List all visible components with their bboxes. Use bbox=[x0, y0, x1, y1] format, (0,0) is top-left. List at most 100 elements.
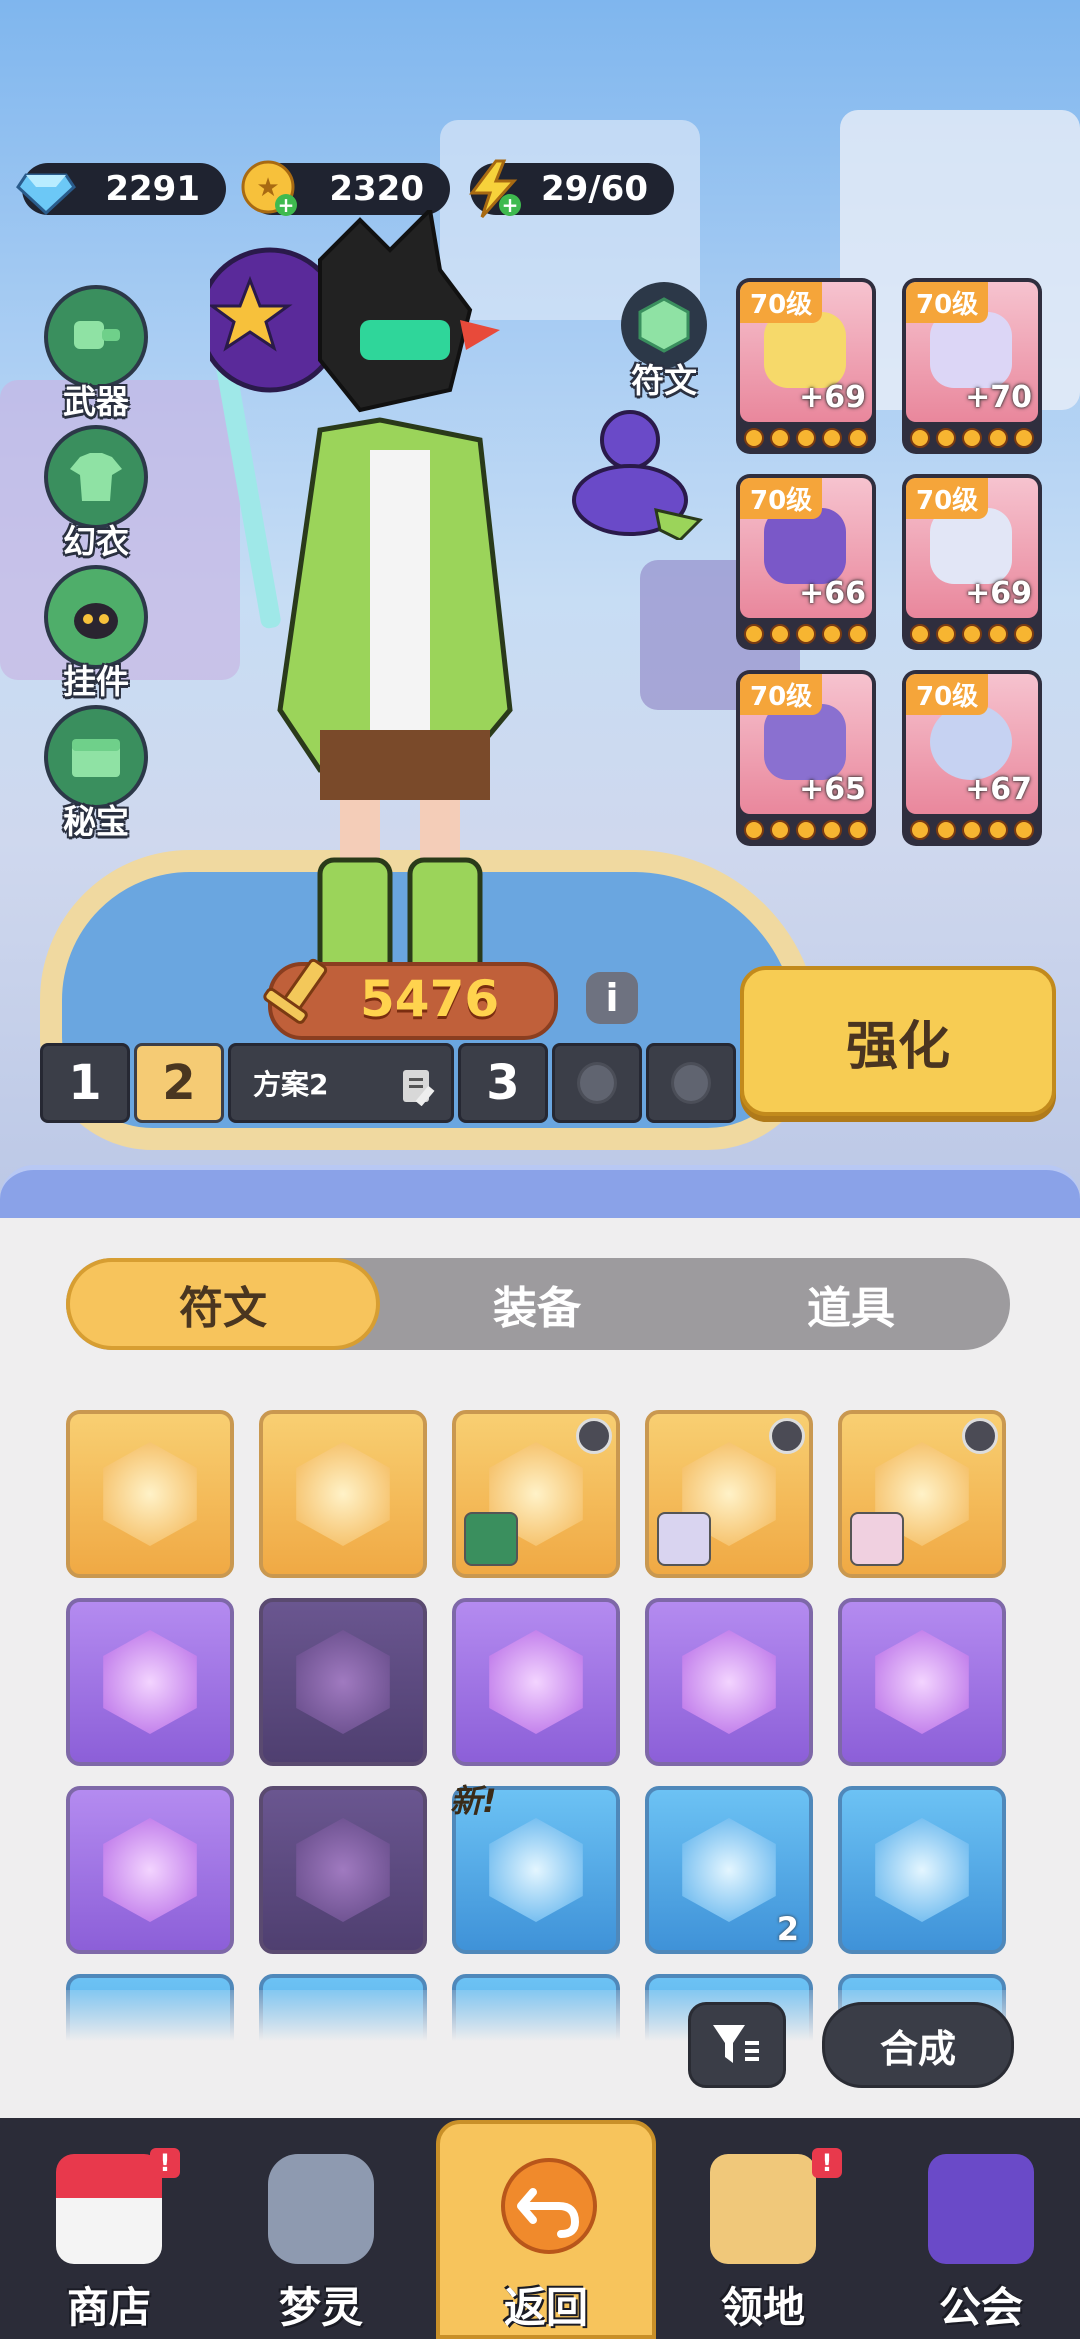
tab-items[interactable]: 道具 bbox=[694, 1258, 1008, 1350]
equip-slot-glove[interactable]: 70级 +66 bbox=[736, 474, 876, 650]
inventory-tabs: 符文 装备 道具 bbox=[66, 1258, 1010, 1350]
star-rating bbox=[744, 624, 868, 644]
equip-slot-armor[interactable]: 70级 +70 bbox=[902, 278, 1042, 454]
rune-slot[interactable]: 新! bbox=[450, 1782, 620, 1954]
notification-badge: ! bbox=[812, 2148, 842, 2178]
side-weapon[interactable]: 武器 bbox=[36, 285, 156, 423]
blue-rune-icon bbox=[489, 1818, 583, 1922]
equip-plus: +67 bbox=[965, 772, 1032, 807]
energy-counter[interactable]: + 29/60 bbox=[469, 159, 674, 218]
character-avatar[interactable] bbox=[197, 205, 570, 1040]
combat-power-value: 5476 bbox=[360, 970, 500, 1028]
nav-back[interactable]: 返回 bbox=[461, 2148, 631, 2338]
rune-slot[interactable] bbox=[838, 1410, 1006, 1578]
nav-guild[interactable]: 公会 bbox=[896, 2148, 1066, 2338]
purple-rune-icon bbox=[296, 1630, 390, 1734]
rune-slot[interactable] bbox=[259, 1786, 427, 1954]
compose-button[interactable]: 合成 bbox=[822, 2002, 1014, 2088]
equip-slot-boots[interactable]: 70级 +65 bbox=[736, 670, 876, 846]
lock-icon bbox=[962, 1418, 998, 1454]
side-outfit[interactable]: 幻衣 bbox=[36, 425, 156, 563]
door-icon bbox=[710, 2154, 816, 2264]
preset-3-button[interactable]: 3 bbox=[458, 1043, 548, 1123]
side-treasure[interactable]: 秘宝 bbox=[36, 705, 156, 843]
nav-shop-label: 商店 bbox=[66, 2283, 151, 2332]
equip-plus: +69 bbox=[965, 576, 1032, 611]
purple-rune-icon bbox=[103, 1630, 197, 1734]
treasure-icon bbox=[44, 705, 148, 809]
rune-slot[interactable] bbox=[452, 1410, 620, 1578]
preset-2-button[interactable]: 2 bbox=[134, 1043, 224, 1123]
combat-power-plate: 5476 bbox=[263, 958, 558, 1040]
purple-rune-icon bbox=[489, 1630, 583, 1734]
equip-level: 70级 bbox=[740, 282, 823, 323]
nav-guild-label: 公会 bbox=[938, 2283, 1023, 2332]
gourd-pet[interactable] bbox=[560, 390, 710, 542]
tab-runes[interactable]: 符文 bbox=[66, 1258, 380, 1350]
energy-amount: 29/60 bbox=[540, 169, 648, 209]
equip-plus: +65 bbox=[799, 772, 866, 807]
preset-name-field[interactable]: 方案2 bbox=[228, 1043, 454, 1123]
equip-level: 70级 bbox=[740, 478, 823, 519]
weapon-icon bbox=[44, 285, 148, 389]
info-icon[interactable]: i bbox=[586, 972, 638, 1024]
gold-rune-icon bbox=[296, 1442, 390, 1546]
tab-equipment[interactable]: 装备 bbox=[380, 1258, 694, 1350]
armor-icon bbox=[930, 312, 1012, 388]
helmet-icon bbox=[764, 312, 846, 388]
notification-badge: ! bbox=[150, 2148, 180, 2178]
rune-slot[interactable] bbox=[645, 1410, 813, 1578]
side-pendant[interactable]: 挂件 bbox=[36, 565, 156, 703]
equip-slot-accessory[interactable]: 70级 +67 bbox=[902, 670, 1042, 846]
star-rating bbox=[910, 428, 1034, 448]
filter-button[interactable] bbox=[688, 2002, 786, 2088]
diamond-icon bbox=[16, 159, 76, 219]
edit-icon[interactable] bbox=[399, 1066, 437, 1106]
equip-level: 70级 bbox=[906, 478, 989, 519]
rune-slot[interactable] bbox=[66, 1410, 234, 1578]
rune-slot[interactable] bbox=[838, 1786, 1006, 1954]
coin-counter[interactable]: ★ + 2320 bbox=[241, 160, 450, 217]
preset-1-button[interactable]: 1 bbox=[40, 1043, 130, 1123]
equip-level: 70级 bbox=[906, 674, 989, 715]
rune-slot[interactable] bbox=[259, 1410, 427, 1578]
pendant-icon bbox=[44, 565, 148, 669]
purple-rune-icon bbox=[682, 1630, 776, 1734]
guild-hat-icon bbox=[928, 2154, 1034, 2264]
equip-slot-helmet[interactable]: 70级 +69 bbox=[736, 278, 876, 454]
rune-slot[interactable] bbox=[645, 1598, 813, 1766]
lock-icon bbox=[769, 1418, 805, 1454]
rune-slot[interactable] bbox=[66, 1598, 234, 1766]
rune-slot[interactable] bbox=[66, 1786, 234, 1954]
star-rating bbox=[910, 820, 1034, 840]
rune-slot[interactable] bbox=[838, 1598, 1006, 1766]
nav-shop[interactable]: ! 商店 bbox=[24, 2148, 194, 2338]
rune-button[interactable]: 符文 bbox=[614, 282, 714, 400]
pants-icon bbox=[930, 508, 1012, 584]
character-avatar-icon bbox=[657, 1512, 711, 1566]
sword-icon bbox=[263, 958, 328, 1024]
nav-territory-label: 领地 bbox=[720, 2283, 805, 2332]
diamond-counter[interactable]: 2291 bbox=[16, 163, 226, 216]
enhance-button[interactable]: 强化 bbox=[740, 966, 1056, 1116]
rune-slot[interactable] bbox=[452, 1598, 620, 1766]
filter-icon bbox=[713, 2025, 759, 2063]
nav-dream[interactable]: 梦灵 bbox=[236, 2148, 406, 2338]
star-rating bbox=[910, 624, 1034, 644]
rune-slot[interactable]: 2 bbox=[645, 1786, 813, 1954]
character-avatar-icon bbox=[850, 1512, 904, 1566]
side-treasure-label: 秘宝 bbox=[63, 802, 129, 841]
shop-icon bbox=[56, 2154, 162, 2264]
nav-territory[interactable]: ! 领地 bbox=[678, 2148, 848, 2338]
coin-amount: 2320 bbox=[329, 169, 424, 209]
gold-rune-icon bbox=[103, 1442, 197, 1546]
preset-locked-4[interactable] bbox=[552, 1043, 642, 1123]
blue-rune-icon bbox=[875, 1818, 969, 1922]
glove-icon bbox=[764, 508, 846, 584]
character-avatar-icon bbox=[464, 1512, 518, 1566]
equip-slot-pants[interactable]: 70级 +69 bbox=[902, 474, 1042, 650]
star-rating bbox=[744, 428, 868, 448]
rune-slot[interactable] bbox=[259, 1598, 427, 1766]
preset-locked-5[interactable] bbox=[646, 1043, 736, 1123]
purple-rune-icon bbox=[296, 1818, 390, 1922]
